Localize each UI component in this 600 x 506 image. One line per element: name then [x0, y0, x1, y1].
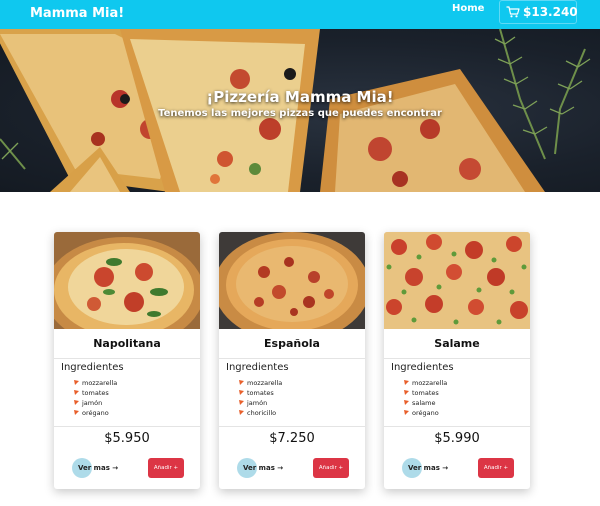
pizza-slice-icon: [74, 380, 79, 385]
cart-total: $13.240: [523, 5, 578, 19]
hero-title: ¡Pizzería Mamma Mia!: [206, 88, 394, 106]
pizza-slice-icon: [239, 390, 244, 395]
pizza-slice-icon: [74, 400, 79, 405]
pizza-slice-icon: [404, 390, 409, 395]
ingredients-list: mozzarella tomates jamón choricillo: [239, 378, 282, 418]
ingredient-item: orégano: [74, 408, 117, 418]
pizza-price: $5.950: [104, 431, 150, 446]
ingredient-item: salame: [404, 398, 447, 408]
pizza-name: Napolitana: [93, 337, 161, 350]
pizza-slice-icon: [74, 390, 79, 395]
see-more-button[interactable]: Ver mas →: [72, 458, 118, 478]
divider: [219, 426, 365, 427]
ingredient-item: orégano: [404, 408, 447, 418]
navbar: Mamma Mia! Home $13.240: [0, 0, 600, 29]
pizza-name: Salame: [434, 337, 480, 350]
ingredient-item: jamón: [74, 398, 117, 408]
see-more-button[interactable]: Ver mas →: [237, 458, 283, 478]
pizza-slice-icon: [404, 380, 409, 385]
divider: [54, 426, 200, 427]
pizza-image: [219, 232, 365, 329]
divider: [384, 426, 530, 427]
pizza-price: $5.990: [434, 431, 480, 446]
see-more-button[interactable]: Ver mas →: [402, 458, 448, 478]
ingredient-item: mozzarella: [74, 378, 117, 388]
pizza-price: $7.250: [269, 431, 315, 446]
brand-logo[interactable]: Mamma Mia!: [30, 6, 124, 21]
ingredients-title: Ingredientes: [226, 362, 289, 373]
ingredient-item: mozzarella: [239, 378, 282, 388]
pizza-slice-icon: [239, 410, 244, 415]
pizza-image: [384, 232, 530, 329]
ingredients-title: Ingredientes: [61, 362, 124, 373]
add-to-cart-button[interactable]: Añadir +: [148, 458, 184, 478]
add-to-cart-button[interactable]: Añadir +: [313, 458, 349, 478]
ingredient-item: mozzarella: [404, 378, 447, 388]
pizza-card: Salame Ingredientes mozzarella tomates s…: [384, 232, 530, 489]
divider: [219, 358, 365, 359]
pizza-slice-icon: [74, 410, 79, 415]
pizza-slice-icon: [404, 410, 409, 415]
ingredients-list: mozzarella tomates salame orégano: [404, 378, 447, 418]
ingredient-item: jamón: [239, 398, 282, 408]
ingredients-list: mozzarella tomates jamón orégano: [74, 378, 117, 418]
pizza-card: Española Ingredientes mozzarella tomates…: [219, 232, 365, 489]
ingredient-item: tomates: [404, 388, 447, 398]
ingredient-item: choricillo: [239, 408, 282, 418]
ingredient-item: tomates: [74, 388, 117, 398]
pizza-image: [54, 232, 200, 329]
pizza-card: Napolitana Ingredientes mozzarella tomat…: [54, 232, 200, 489]
cart-button[interactable]: $13.240: [499, 0, 578, 24]
hero-subtitle: Tenemos las mejores pizzas que puedes en…: [158, 108, 442, 119]
pizza-slice-icon: [239, 400, 244, 405]
nav-home-link[interactable]: Home: [452, 3, 484, 14]
divider: [54, 358, 200, 359]
pizza-name: Española: [264, 337, 320, 350]
ingredients-title: Ingredientes: [391, 362, 454, 373]
divider: [384, 358, 530, 359]
add-to-cart-button[interactable]: Añadir +: [478, 458, 514, 478]
pizza-slice-icon: [404, 400, 409, 405]
cart-icon: [506, 6, 520, 18]
ingredient-item: tomates: [239, 388, 282, 398]
hero-banner: ¡Pizzería Mamma Mia! Tenemos las mejores…: [0, 29, 600, 192]
pizza-slice-icon: [239, 380, 244, 385]
